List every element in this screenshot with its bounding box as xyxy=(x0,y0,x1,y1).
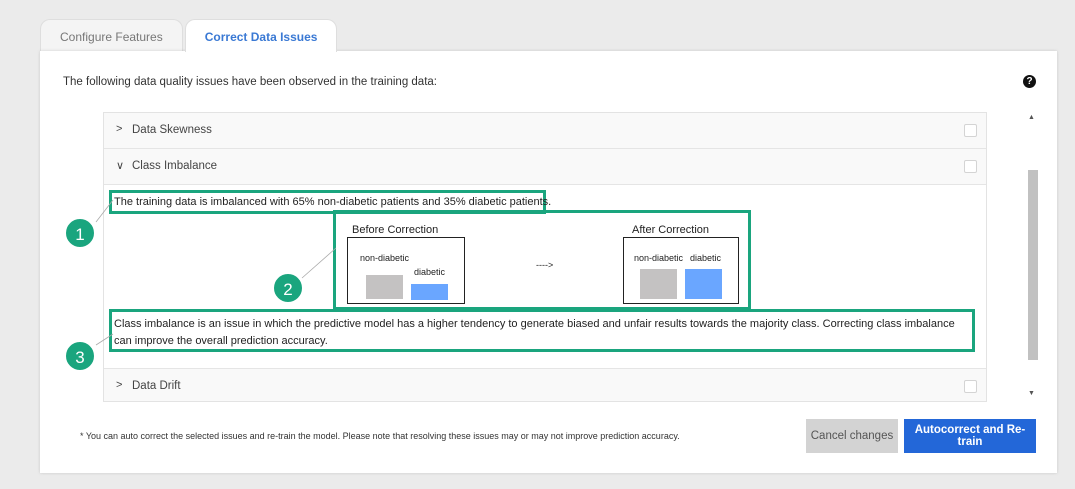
after-title: After Correction xyxy=(632,224,710,236)
after-label-diabetic: diabetic xyxy=(690,253,722,263)
tab-correct-data-issues[interactable]: Correct Data Issues xyxy=(184,19,338,52)
issue-row-data-skewness[interactable]: > Data Skewness xyxy=(104,113,986,149)
after-box: non-diabetic diabetic xyxy=(623,237,739,304)
cancel-changes-button[interactable]: Cancel changes xyxy=(806,419,898,453)
footnote: * You can auto correct the selected issu… xyxy=(80,431,680,441)
help-icon[interactable]: ? xyxy=(1023,75,1036,88)
issue-row-class-imbalance[interactable]: ∨ Class Imbalance xyxy=(104,149,986,185)
after-bar-non-diabetic xyxy=(640,269,677,299)
scrollbar[interactable]: ▲ ▼ xyxy=(1026,112,1040,402)
imbalance-summary: The training data is imbalanced with 65%… xyxy=(114,196,552,208)
before-bar-diabetic xyxy=(411,284,448,300)
callout-badge-2: 2 xyxy=(272,272,304,304)
issue-row-data-drift[interactable]: > Data Drift xyxy=(104,369,986,401)
tab-configure-features[interactable]: Configure Features xyxy=(40,19,183,52)
callout-badge-1: 1 xyxy=(64,217,96,249)
chevron-right-icon: > xyxy=(116,379,123,391)
issue-label: Class Imbalance xyxy=(132,160,218,172)
imbalance-explanation: Class imbalance is an issue in which the… xyxy=(114,318,955,347)
issue-label: Data Drift xyxy=(132,380,181,392)
before-label-diabetic: diabetic xyxy=(414,267,446,277)
before-title: Before Correction xyxy=(352,224,439,236)
scroll-down-icon[interactable]: ▼ xyxy=(1028,390,1035,397)
issue-label: Data Skewness xyxy=(132,124,212,136)
after-bar-diabetic xyxy=(685,269,722,299)
issue-checkbox[interactable] xyxy=(964,380,977,393)
issue-checkbox[interactable] xyxy=(964,160,977,173)
before-box: non-diabetic diabetic xyxy=(347,237,465,304)
scroll-up-icon[interactable]: ▲ xyxy=(1028,114,1035,121)
chevron-right-icon: > xyxy=(116,123,123,135)
intro-text: The following data quality issues have b… xyxy=(63,76,437,88)
chevron-down-icon: ∨ xyxy=(116,160,125,172)
tab-bar: Configure Features Correct Data Issues xyxy=(40,19,338,52)
before-bar-non-diabetic xyxy=(366,275,403,299)
scrollbar-thumb[interactable] xyxy=(1028,170,1038,360)
correction-arrow: ----> xyxy=(536,260,554,270)
autocorrect-retrain-button[interactable]: Autocorrect and Re-train xyxy=(904,419,1036,453)
issue-checkbox[interactable] xyxy=(964,124,977,137)
after-label-non-diabetic: non-diabetic xyxy=(634,253,684,263)
before-label-non-diabetic: non-diabetic xyxy=(360,253,410,263)
callout-badge-3: 3 xyxy=(64,340,96,372)
